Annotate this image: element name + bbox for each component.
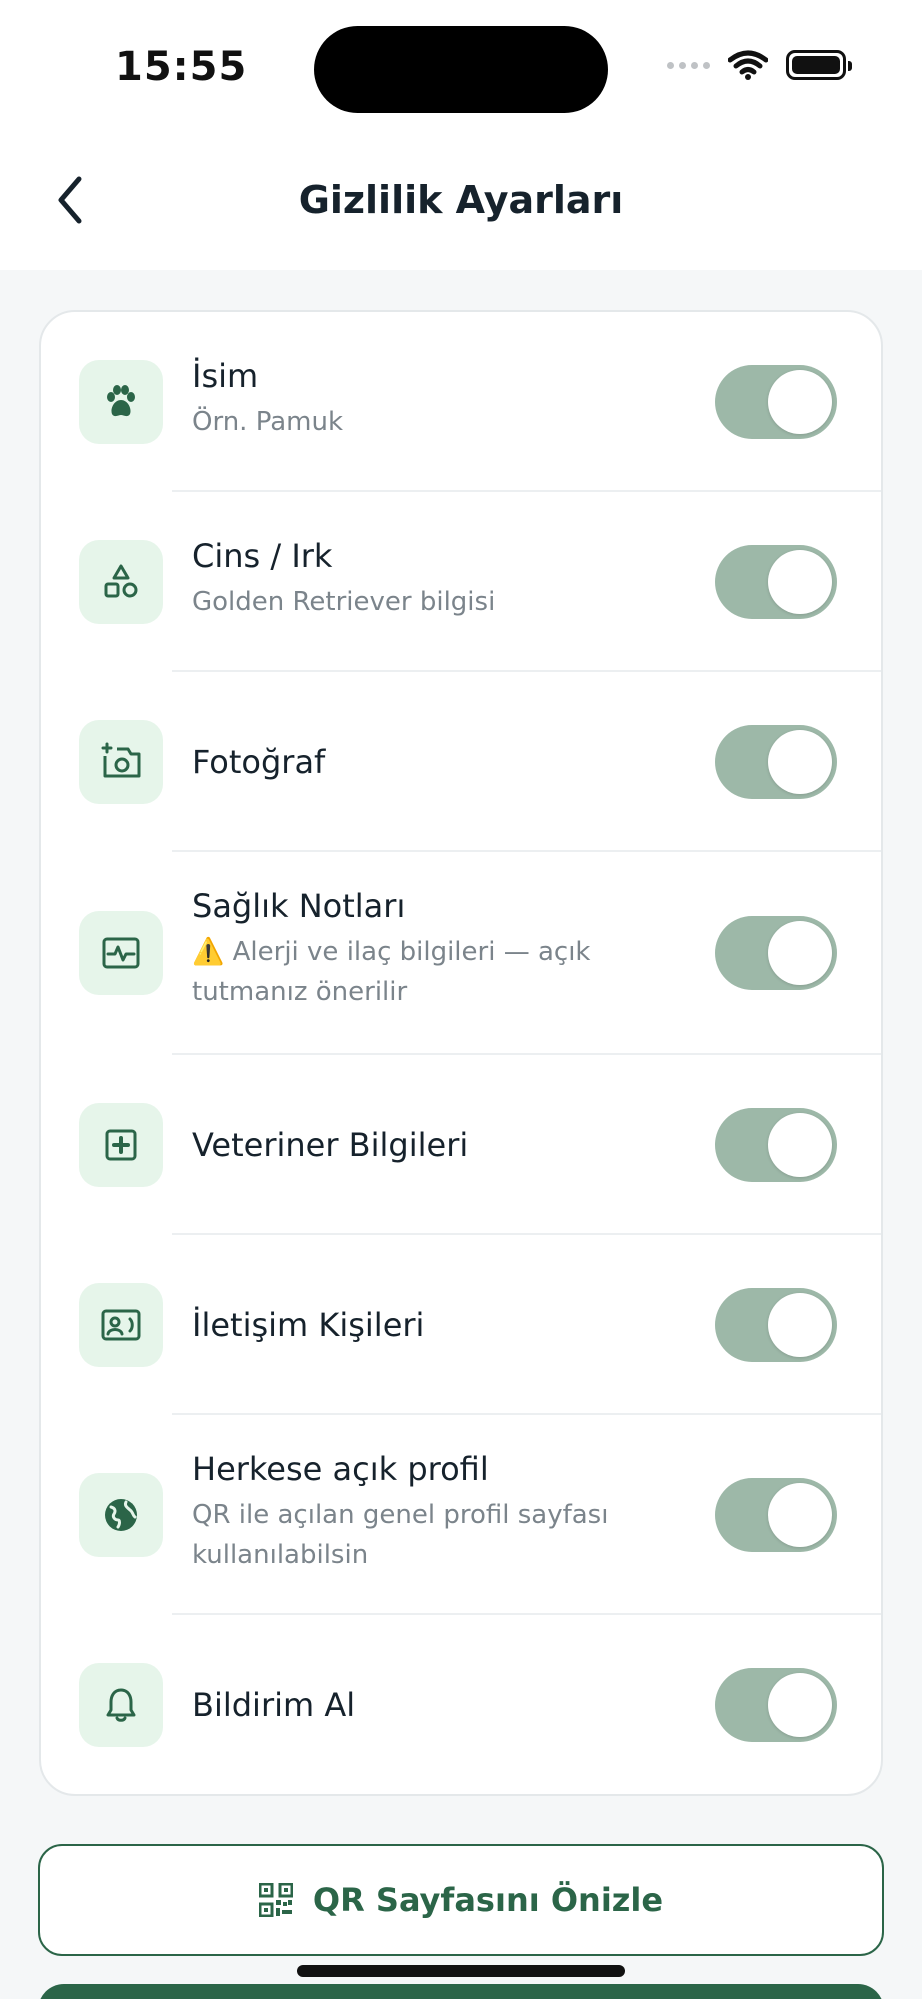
primary-action-button[interactable] <box>38 1984 884 1999</box>
setting-row-health-notes: Sağlık Notları ⚠️ Alerji ve ilaç bilgile… <box>41 852 881 1055</box>
icon-box <box>79 720 163 804</box>
wifi-icon <box>728 50 768 80</box>
setting-row-notifications: Bildirim Al <box>41 1615 881 1794</box>
setting-title: Veteriner Bilgileri <box>192 1126 469 1164</box>
setting-row-breed: Cins / Irk Golden Retriever bilgisi <box>41 492 881 672</box>
contact-card-icon <box>101 1309 141 1341</box>
dynamic-island <box>314 26 608 113</box>
setting-title: Herkese açık profil <box>192 1450 489 1488</box>
setting-title: Cins / Irk <box>192 537 333 575</box>
bell-icon <box>106 1688 136 1722</box>
setting-subtitle: Örn. Pamuk <box>192 407 344 437</box>
row-text: Cins / Irk Golden Retriever bilgisi <box>192 536 612 622</box>
row-text: Veteriner Bilgileri <box>192 1125 612 1165</box>
setting-subtitle-warning: ⚠️ Alerji ve ilaç bilgileri — açık tutma… <box>192 937 591 1007</box>
row-text: Fotoğraf <box>192 742 612 782</box>
setting-subtitle: Golden Retriever bilgisi <box>192 587 496 617</box>
icon-box <box>79 360 163 444</box>
qr-preview-label: QR Sayfasını Önizle <box>312 1881 664 1919</box>
row-text: İsim Örn. Pamuk <box>192 356 612 442</box>
setting-subtitle: QR ile açılan genel profil sayfası kulla… <box>192 1500 609 1570</box>
toggle-notifications[interactable] <box>715 1668 837 1742</box>
nav-header: Gizlilik Ayarları <box>0 140 922 270</box>
paw-icon <box>107 385 135 417</box>
setting-title: İletişim Kişileri <box>192 1306 425 1344</box>
toggle-photo[interactable] <box>715 725 837 799</box>
toggle-contacts[interactable] <box>715 1288 837 1362</box>
icon-box <box>79 1283 163 1367</box>
camera-add-icon <box>101 742 141 778</box>
status-icons <box>667 50 852 80</box>
toggle-health-notes[interactable] <box>715 916 837 990</box>
row-text: Bildirim Al <box>192 1685 612 1725</box>
setting-row-name: İsim Örn. Pamuk <box>41 312 881 492</box>
icon-box <box>79 1473 163 1557</box>
qr-preview-button[interactable]: QR Sayfasını Önizle <box>38 1844 884 1956</box>
icon-box <box>79 540 163 624</box>
row-text: Herkese açık profil QR ile açılan genel … <box>192 1449 652 1575</box>
status-time: 15:55 <box>115 44 248 90</box>
page-title: Gizlilik Ayarları <box>298 178 624 222</box>
home-indicator <box>297 1965 625 1977</box>
setting-row-vet-info: Veteriner Bilgileri <box>41 1055 881 1235</box>
setting-title: Fotoğraf <box>192 743 326 781</box>
qr-code-icon <box>258 1883 293 1917</box>
shapes-icon <box>104 564 138 598</box>
icon-box <box>79 1663 163 1747</box>
toggle-vet-info[interactable] <box>715 1108 837 1182</box>
toggle-public-profile[interactable] <box>715 1478 837 1552</box>
toggle-name[interactable] <box>715 365 837 439</box>
icon-box <box>79 1103 163 1187</box>
setting-row-public-profile: Herkese açık profil QR ile açılan genel … <box>41 1415 881 1615</box>
toggle-breed[interactable] <box>715 545 837 619</box>
setting-row-photo: Fotoğraf <box>41 672 881 852</box>
screen: 15:55 Gizlilik Ayarları İsim Örn. Pamuk … <box>0 0 922 1999</box>
health-monitor-icon <box>102 937 140 969</box>
privacy-settings-card: İsim Örn. Pamuk Cins / Irk Golden Retrie… <box>39 310 883 1796</box>
signal-icon <box>667 61 710 69</box>
setting-title: Sağlık Notları <box>192 887 406 925</box>
status-bar: 15:55 <box>0 0 922 140</box>
globe-icon <box>105 1499 137 1531</box>
icon-box <box>79 911 163 995</box>
setting-title: İsim <box>192 357 259 395</box>
setting-row-contacts: İletişim Kişileri <box>41 1235 881 1415</box>
row-text: Sağlık Notları ⚠️ Alerji ve ilaç bilgile… <box>192 886 632 1012</box>
setting-title: Bildirim Al <box>192 1686 356 1724</box>
row-text: İletişim Kişileri <box>192 1305 612 1345</box>
medical-plus-icon <box>105 1129 137 1161</box>
battery-icon <box>786 50 852 80</box>
